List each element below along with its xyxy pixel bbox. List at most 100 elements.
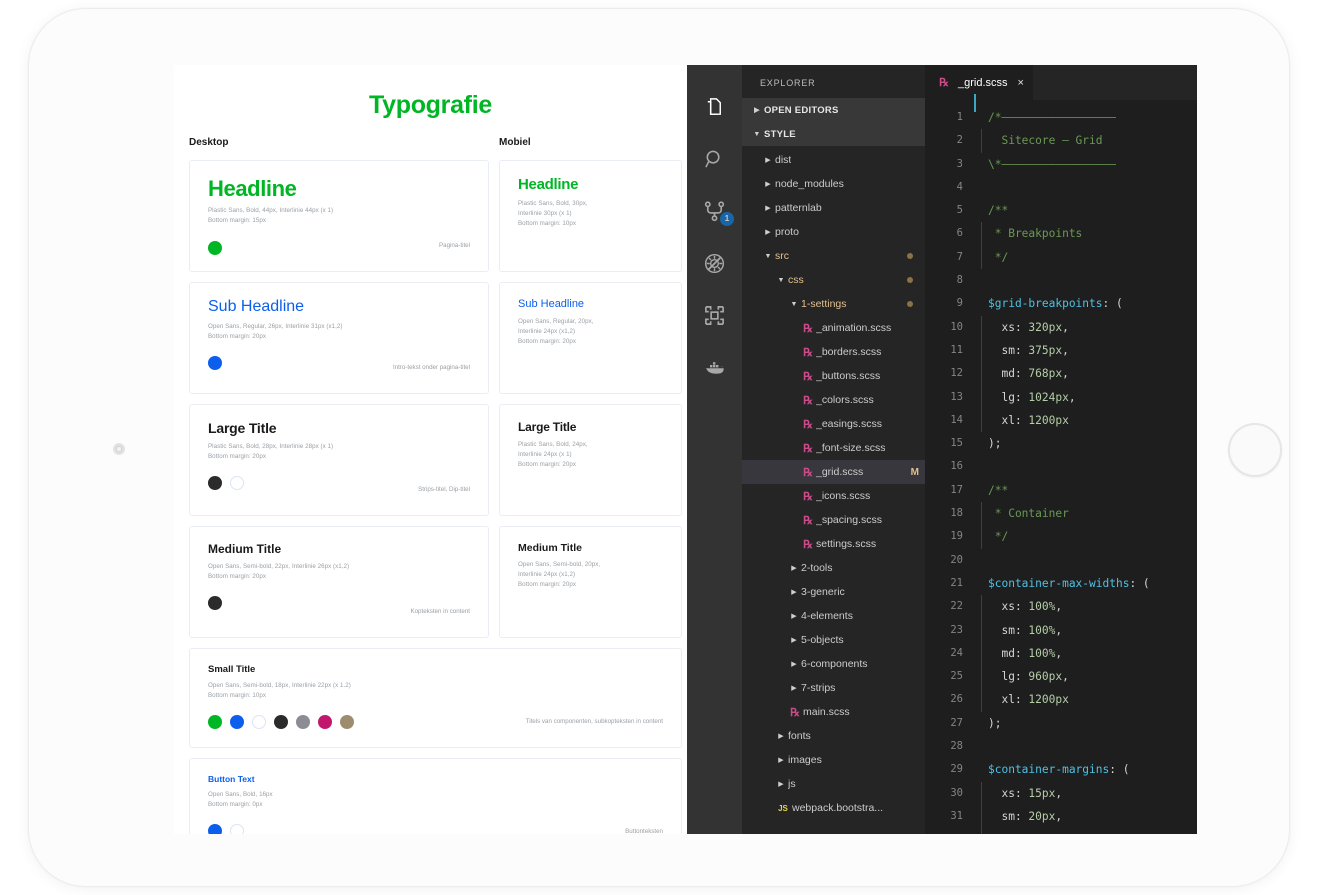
tree-item[interactable]: ℞_icons.scss bbox=[742, 484, 925, 508]
code-line: 29$container-margins: ( bbox=[925, 758, 1197, 781]
type-spec: Open Sans, Semi-bold, 20px,Interlinie 24… bbox=[518, 560, 663, 591]
swatch-group bbox=[208, 241, 470, 255]
column-heading-desktop: Desktop bbox=[189, 137, 228, 148]
column-heading-mobile: Mobiel bbox=[499, 137, 531, 148]
line-number: 8 bbox=[925, 269, 971, 292]
tree-item[interactable]: ℞settings.scss bbox=[742, 532, 925, 556]
close-icon[interactable]: × bbox=[1018, 77, 1024, 89]
usage-label: Titels van componenten, subkopteksten in… bbox=[526, 718, 663, 725]
code-text: */ bbox=[974, 246, 1008, 269]
chevron-right-icon[interactable]: ▶ bbox=[761, 204, 775, 212]
tree-item[interactable]: ℞_font-size.scss bbox=[742, 436, 925, 460]
type-spec: Plastic Sans, Bold, 28px, Interlinie 28p… bbox=[208, 442, 470, 462]
chevron-right-icon[interactable]: ▶ bbox=[787, 636, 801, 644]
type-card-mobile[interactable]: Sub HeadlineOpen Sans, Regular, 20px,Int… bbox=[499, 282, 682, 394]
tree-item[interactable]: ℞main.scss bbox=[742, 700, 925, 724]
tree-item[interactable]: ▶proto bbox=[742, 220, 925, 244]
usage-label: Kopteksten in content bbox=[410, 608, 470, 615]
tree-item-label: css bbox=[788, 274, 804, 286]
section-open-editors-label: OPEN EDITORS bbox=[764, 105, 839, 116]
type-scale-row: HeadlinePlastic Sans, Bold, 44px, Interl… bbox=[189, 160, 682, 272]
chevron-down-icon: ▼ bbox=[750, 131, 764, 138]
tree-item[interactable]: ▶2-tools bbox=[742, 556, 925, 580]
chevron-down-icon[interactable]: ▼ bbox=[761, 253, 775, 260]
color-swatch-blue bbox=[208, 356, 222, 370]
tree-item[interactable]: ▶images bbox=[742, 748, 925, 772]
tree-item[interactable]: ▶4-elements bbox=[742, 604, 925, 628]
type-card-mobile[interactable]: HeadlinePlastic Sans, Bold, 30px,Interli… bbox=[499, 160, 682, 272]
chevron-right-icon[interactable]: ▶ bbox=[787, 588, 801, 596]
type-card-mobile[interactable]: Large TitlePlastic Sans, Bold, 24px,Inte… bbox=[499, 404, 682, 516]
type-spec: Open Sans, Bold, 16pxBottom margin: 0px bbox=[208, 790, 663, 810]
chevron-right-icon[interactable]: ▶ bbox=[774, 756, 788, 764]
explorer-icon[interactable] bbox=[687, 81, 742, 133]
code-line: 8 bbox=[925, 269, 1197, 292]
type-card-mobile[interactable]: Medium TitleOpen Sans, Semi-bold, 20px,I… bbox=[499, 526, 682, 638]
line-number: 9 bbox=[925, 292, 971, 315]
tree-item[interactable]: ▶patternlab bbox=[742, 196, 925, 220]
chevron-right-icon[interactable]: ▶ bbox=[774, 780, 788, 788]
extensions-icon[interactable] bbox=[687, 289, 742, 341]
docker-icon[interactable] bbox=[687, 341, 742, 393]
type-card-desktop[interactable]: Medium TitleOpen Sans, Semi-bold, 22px, … bbox=[189, 526, 489, 638]
tree-item[interactable]: ▶3-generic bbox=[742, 580, 925, 604]
tree-item[interactable]: ℞_borders.scss bbox=[742, 340, 925, 364]
tree-item[interactable]: ▼src bbox=[742, 244, 925, 268]
color-swatch-white bbox=[252, 715, 266, 729]
tree-item-label: 5-objects bbox=[801, 634, 844, 646]
tab-grid-scss[interactable]: ℞ _grid.scss × bbox=[925, 65, 1034, 100]
type-card-desktop[interactable]: Large TitlePlastic Sans, Bold, 28px, Int… bbox=[189, 404, 489, 516]
type-card-desktop[interactable]: Sub HeadlineOpen Sans, Regular, 26px, In… bbox=[189, 282, 489, 394]
chevron-right-icon[interactable]: ▶ bbox=[787, 612, 801, 620]
tree-item[interactable]: JSwebpack.bootstra... bbox=[742, 796, 925, 820]
tree-item[interactable]: ▶5-objects bbox=[742, 628, 925, 652]
type-card-desktop[interactable]: HeadlinePlastic Sans, Bold, 44px, Interl… bbox=[189, 160, 489, 272]
scss-file-icon: ℞ bbox=[800, 322, 816, 335]
type-card-full[interactable]: Small TitleOpen Sans, Semi-bold, 18px, I… bbox=[189, 648, 682, 748]
tree-item-label: _colors.scss bbox=[816, 394, 874, 406]
chevron-down-icon[interactable]: ▼ bbox=[787, 301, 801, 308]
source-control-icon[interactable]: 1 bbox=[687, 185, 742, 237]
code-content[interactable]: 1/*—————————————————2 Sitecore – Grid3\*… bbox=[925, 100, 1197, 834]
color-swatch-green bbox=[208, 241, 222, 255]
tree-item[interactable]: ℞_buttons.scss bbox=[742, 364, 925, 388]
chevron-right-icon[interactable]: ▶ bbox=[787, 684, 801, 692]
tree-item[interactable]: ▶fonts bbox=[742, 724, 925, 748]
chevron-down-icon[interactable]: ▼ bbox=[774, 277, 788, 284]
code-line: 22 xs: 100%, bbox=[925, 595, 1197, 618]
tablet-device-frame: Typografie Desktop Mobiel HeadlinePlasti… bbox=[28, 8, 1290, 887]
code-text: xs: 320px, bbox=[974, 316, 1069, 339]
tree-item[interactable]: ℞_grid.scssM bbox=[742, 460, 925, 484]
home-button[interactable] bbox=[1228, 423, 1282, 477]
tree-item[interactable]: ▶node_modules bbox=[742, 172, 925, 196]
chevron-right-icon[interactable]: ▶ bbox=[774, 732, 788, 740]
type-card-full[interactable]: Button TextOpen Sans, Bold, 16pxBottom m… bbox=[189, 758, 682, 834]
type-scale-row: Sub HeadlineOpen Sans, Regular, 26px, In… bbox=[189, 282, 682, 394]
tree-item[interactable]: ℞_animation.scss bbox=[742, 316, 925, 340]
chevron-right-icon[interactable]: ▶ bbox=[787, 564, 801, 572]
chevron-right-icon[interactable]: ▶ bbox=[761, 228, 775, 236]
tree-item[interactable]: ▶dist bbox=[742, 148, 925, 172]
line-number: 21 bbox=[925, 572, 971, 595]
search-icon[interactable] bbox=[687, 133, 742, 185]
chevron-right-icon[interactable]: ▶ bbox=[787, 660, 801, 668]
section-open-editors[interactable]: ▶ OPEN EDITORS bbox=[742, 98, 925, 122]
code-line: 27); bbox=[925, 712, 1197, 735]
tree-item[interactable]: ▶js bbox=[742, 772, 925, 796]
chevron-right-icon[interactable]: ▶ bbox=[761, 180, 775, 188]
debug-icon[interactable] bbox=[687, 237, 742, 289]
tree-item[interactable]: ▶6-components bbox=[742, 652, 925, 676]
code-text bbox=[974, 176, 995, 199]
tree-item[interactable]: ℞_colors.scss bbox=[742, 388, 925, 412]
tree-item[interactable]: ▶7-strips bbox=[742, 676, 925, 700]
line-number: 25 bbox=[925, 665, 971, 688]
code-text: */ bbox=[974, 525, 1008, 548]
line-number: 13 bbox=[925, 386, 971, 409]
section-style[interactable]: ▼ STYLE bbox=[742, 122, 925, 146]
tree-item[interactable]: ▼1-settings bbox=[742, 292, 925, 316]
tree-item[interactable]: ℞_easings.scss bbox=[742, 412, 925, 436]
tree-item[interactable]: ▼css bbox=[742, 268, 925, 292]
chevron-right-icon[interactable]: ▶ bbox=[761, 156, 775, 164]
scss-file-icon: ℞ bbox=[800, 346, 816, 359]
tree-item[interactable]: ℞_spacing.scss bbox=[742, 508, 925, 532]
